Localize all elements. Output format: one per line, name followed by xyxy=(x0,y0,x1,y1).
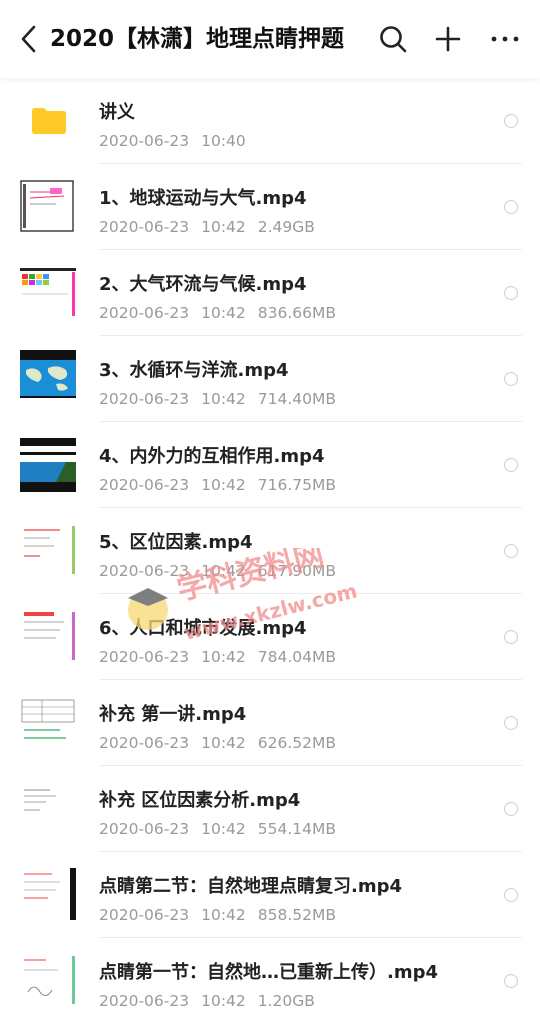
video-thumbnail xyxy=(20,522,76,578)
file-row[interactable]: 1、地球运动与大气.mp4 2020-06-23 10:42 2.49GB xyxy=(0,164,540,250)
video-thumbnail xyxy=(20,780,76,836)
more-button[interactable] xyxy=(488,22,522,56)
file-meta: 2020-06-23 10:40 xyxy=(99,132,246,150)
select-radio[interactable] xyxy=(504,286,518,300)
file-row[interactable]: 3、水循环与洋流.mp4 2020-06-23 10:42 714.40MB xyxy=(0,336,540,422)
file-meta: 2020-06-23 10:42 617.90MB xyxy=(99,562,337,580)
more-horizontal-icon xyxy=(491,36,519,42)
chevron-left-icon xyxy=(21,25,36,53)
file-name: 补充 区位因素分析.mp4 xyxy=(99,790,301,811)
file-row[interactable]: 4、内外力的互相作用.mp4 2020-06-23 10:42 716.75MB xyxy=(0,422,540,508)
file-row[interactable]: 6、人口和城市发展.mp4 2020-06-23 10:42 784.04MB xyxy=(0,594,540,680)
file-row[interactable]: 5、区位因素.mp4 2020-06-23 10:42 617.90MB xyxy=(0,508,540,594)
file-name: 4、内外力的互相作用.mp4 xyxy=(99,446,325,467)
file-name: 1、地球运动与大气.mp4 xyxy=(99,188,307,209)
select-radio[interactable] xyxy=(504,716,518,730)
search-button[interactable] xyxy=(376,22,410,56)
file-meta: 2020-06-23 10:42 784.04MB xyxy=(99,648,337,666)
video-thumbnail xyxy=(20,608,76,664)
file-list: 讲义 2020-06-23 10:40 1、地球运动与大气.mp4 2020-06… xyxy=(0,78,540,1024)
back-button[interactable] xyxy=(14,22,44,56)
file-meta: 2020-06-23 10:42 716.75MB xyxy=(99,476,337,494)
video-thumbnail xyxy=(20,264,76,320)
file-name: 6、人口和城市发展.mp4 xyxy=(99,618,307,639)
plus-icon xyxy=(435,26,461,52)
select-radio[interactable] xyxy=(504,458,518,472)
video-thumbnail xyxy=(20,866,76,922)
file-row[interactable]: 2、大气环流与气候.mp4 2020-06-23 10:42 836.66MB xyxy=(0,250,540,336)
file-row[interactable]: 补充 第一讲.mp4 2020-06-23 10:42 626.52MB xyxy=(0,680,540,766)
file-row[interactable]: 点睛第一节：自然地…已重新上传）.mp4 2020-06-23 10:42 1.20… xyxy=(0,938,540,1024)
file-name: 讲义 xyxy=(99,102,135,123)
video-thumbnail xyxy=(20,178,76,234)
file-row[interactable]: 补充 区位因素分析.mp4 2020-06-23 10:42 554.14MB xyxy=(0,766,540,852)
file-meta: 2020-06-23 10:42 714.40MB xyxy=(99,390,337,408)
file-row[interactable]: 讲义 2020-06-23 10:40 xyxy=(0,78,540,164)
file-meta: 2020-06-23 10:42 836.66MB xyxy=(99,304,337,322)
video-thumbnail xyxy=(20,436,76,492)
add-button[interactable] xyxy=(431,22,465,56)
file-name: 补充 第一讲.mp4 xyxy=(99,704,247,725)
video-thumbnail xyxy=(20,350,76,406)
select-radio[interactable] xyxy=(504,372,518,386)
select-radio[interactable] xyxy=(504,544,518,558)
select-radio[interactable] xyxy=(504,200,518,214)
file-row[interactable]: 点睛第二节：自然地理点睛复习.mp4 2020-06-23 10:42 858.52… xyxy=(0,852,540,938)
file-meta: 2020-06-23 10:42 554.14MB xyxy=(99,820,337,838)
file-name: 2、大气环流与气候.mp4 xyxy=(99,274,307,295)
video-thumbnail xyxy=(20,694,76,750)
file-name: 点睛第一节：自然地…已重新上传）.mp4 xyxy=(99,962,439,983)
select-radio[interactable] xyxy=(504,974,518,988)
select-radio[interactable] xyxy=(504,802,518,816)
file-name: 3、水循环与洋流.mp4 xyxy=(99,360,289,381)
file-meta: 2020-06-23 10:42 626.52MB xyxy=(99,734,337,752)
search-icon xyxy=(380,26,407,53)
select-radio[interactable] xyxy=(504,114,518,128)
page-title: 2020【林潇】地理点睛押题 xyxy=(50,26,345,52)
select-radio[interactable] xyxy=(504,630,518,644)
select-radio[interactable] xyxy=(504,888,518,902)
file-meta: 2020-06-23 10:42 858.52MB xyxy=(99,906,337,924)
file-meta: 2020-06-23 10:42 1.20GB xyxy=(99,992,315,1010)
file-name: 点睛第二节：自然地理点睛复习.mp4 xyxy=(99,876,403,897)
top-bar: 2020【林潇】地理点睛押题 xyxy=(0,0,540,78)
folder-icon xyxy=(32,108,66,134)
file-meta: 2020-06-23 10:42 2.49GB xyxy=(99,218,315,236)
file-name: 5、区位因素.mp4 xyxy=(99,532,253,553)
video-thumbnail xyxy=(20,952,76,1008)
